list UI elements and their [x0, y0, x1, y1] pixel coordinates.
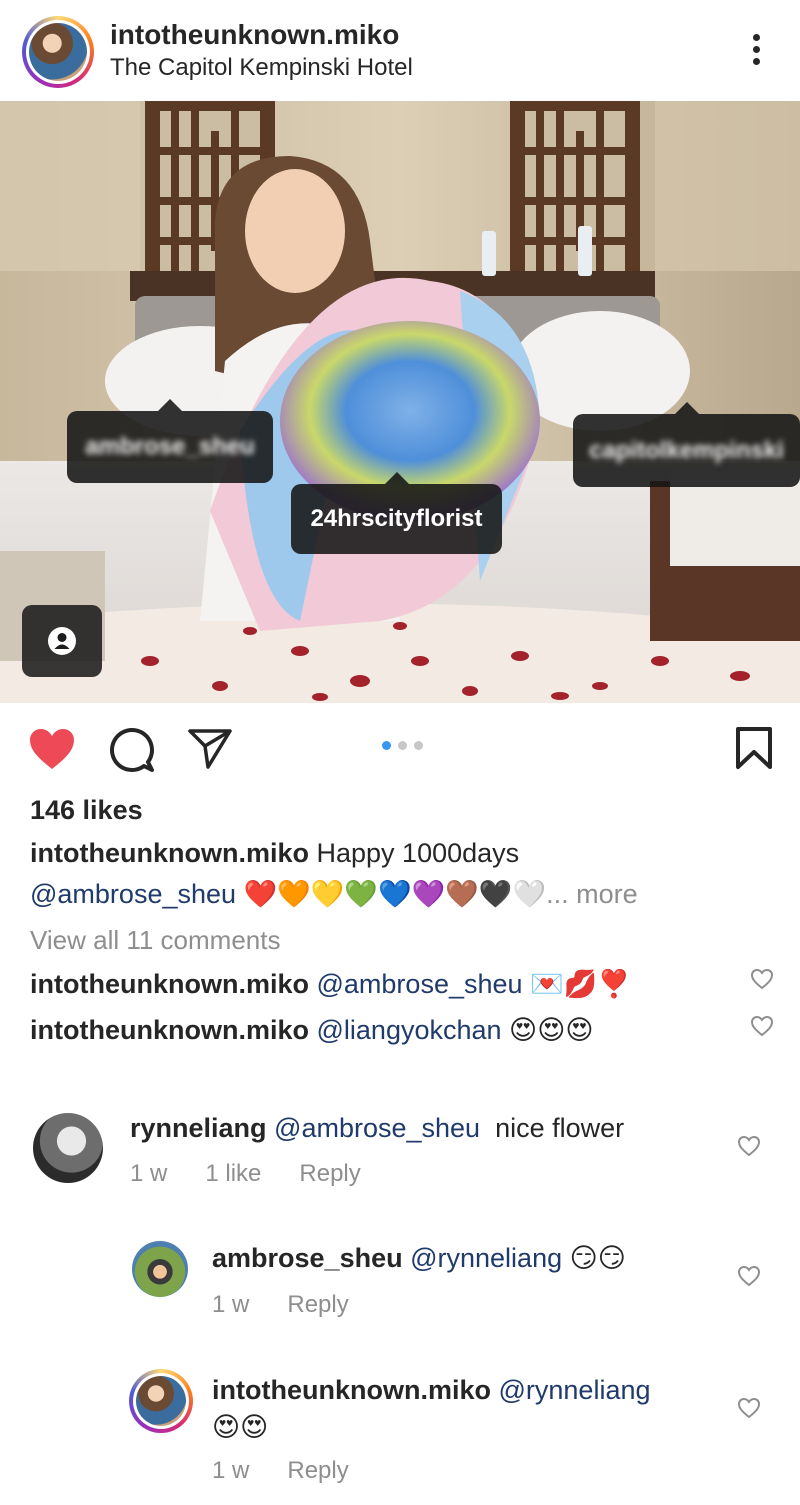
comment-mention[interactable]: @ambrose_sheu: [317, 969, 523, 999]
commenter-avatar[interactable]: [132, 1241, 188, 1297]
comment-time: 1 w: [130, 1160, 168, 1187]
carousel-dot: [414, 741, 423, 750]
person-icon: [48, 627, 76, 655]
comment-username[interactable]: ambrose_sheu: [212, 1243, 403, 1273]
comment-like-heart-icon[interactable]: [750, 968, 774, 990]
comment-username[interactable]: intotheunknown.miko: [30, 969, 309, 999]
caption-text: Happy 1000days: [316, 838, 520, 868]
comment-like-heart-icon[interactable]: [737, 1265, 761, 1287]
like-heart-icon[interactable]: [28, 727, 76, 771]
photo-tag-label: 24hrscityflorist: [310, 505, 483, 532]
share-icon[interactable]: [187, 727, 233, 769]
comment-mention[interactable]: @rynneliang: [499, 1375, 651, 1405]
caption: intotheunknown.miko Happy 1000days: [30, 838, 519, 869]
comment: rynneliang @ambrose_sheu nice flower: [130, 1113, 624, 1144]
comment-meta: 1 w 1 like Reply: [130, 1160, 399, 1188]
caption-mention[interactable]: @ambrose_sheu: [30, 879, 236, 909]
comment-emoji: 😍😍: [212, 1412, 269, 1443]
comment-meta: 1 w Reply: [212, 1291, 387, 1319]
show-tags-button[interactable]: [22, 605, 102, 677]
comment-time: 1 w: [212, 1457, 250, 1484]
photo-tag-24hrscityflorist[interactable]: 24hrscityflorist: [291, 472, 502, 554]
preview-comment: intotheunknown.miko @ambrose_sheu 💌💋❣️: [30, 968, 631, 1000]
more-options-icon[interactable]: [744, 30, 770, 70]
photo-tag-ambrose-sheu[interactable]: ambrose_sheu: [67, 399, 273, 483]
comment-icon[interactable]: [108, 727, 156, 773]
comment-username[interactable]: intotheunknown.miko: [30, 1015, 309, 1045]
post-author-username[interactable]: intotheunknown.miko: [110, 19, 399, 51]
comment-username[interactable]: rynneliang: [130, 1113, 267, 1143]
comment-time: 1 w: [212, 1291, 250, 1318]
reply-comment: intotheunknown.miko @rynneliang: [212, 1375, 651, 1406]
caption-username[interactable]: intotheunknown.miko: [30, 838, 309, 868]
comment-mention[interactable]: @liangyokchan: [317, 1015, 502, 1045]
commenter-avatar[interactable]: [129, 1369, 193, 1433]
photo-tag-label: capitolkempinski: [589, 436, 784, 464]
caption-hearts: ❤️🧡💛💚💙💜🤎🖤🤍: [243, 879, 547, 910]
comment-likes[interactable]: 1 like: [205, 1160, 261, 1187]
caption-line-2: @ambrose_sheu ❤️🧡💛💚💙💜🤎🖤🤍... more: [30, 878, 638, 910]
comment-mention[interactable]: @rynneliang: [410, 1243, 562, 1273]
comment-like-heart-icon[interactable]: [750, 1015, 774, 1037]
caption-more-link[interactable]: ... more: [546, 879, 638, 909]
comment-text: nice flower: [495, 1113, 625, 1143]
comment-mention[interactable]: @ambrose_sheu: [274, 1113, 480, 1143]
preview-comment: intotheunknown.miko @liangyokchan 😍😍😍: [30, 1015, 594, 1046]
comment-username[interactable]: intotheunknown.miko: [212, 1375, 491, 1405]
likes-count[interactable]: 146 likes: [30, 795, 143, 826]
carousel-dot-active: [382, 741, 391, 750]
commenter-avatar[interactable]: [33, 1113, 103, 1183]
comment-emoji: 💌💋❣️: [530, 969, 631, 1000]
view-all-comments-link[interactable]: View all 11 comments: [30, 925, 280, 956]
carousel-dot: [398, 741, 407, 750]
comment-like-heart-icon[interactable]: [737, 1135, 761, 1157]
reply-button[interactable]: Reply: [299, 1160, 360, 1187]
comment-meta: 1 w Reply: [212, 1457, 387, 1485]
post-author-avatar[interactable]: [22, 16, 94, 88]
photo-tag-capitolkempinski[interactable]: capitolkempinski: [573, 402, 800, 487]
reply-button[interactable]: Reply: [287, 1457, 348, 1484]
comment-emoji: 😏😏: [569, 1243, 626, 1274]
photo-tag-label: ambrose_sheu: [85, 433, 255, 460]
post-photo[interactable]: ambrose_sheu 24hrscityflorist capitolkem…: [0, 101, 800, 703]
comment-emoji: 😍😍😍: [509, 1015, 594, 1046]
bookmark-icon[interactable]: [734, 726, 774, 770]
comment-like-heart-icon[interactable]: [737, 1397, 761, 1419]
reply-button[interactable]: Reply: [287, 1291, 348, 1318]
post-location[interactable]: The Capitol Kempinski Hotel: [110, 54, 413, 82]
reply-comment: ambrose_sheu @rynneliang 😏😏: [212, 1243, 626, 1274]
